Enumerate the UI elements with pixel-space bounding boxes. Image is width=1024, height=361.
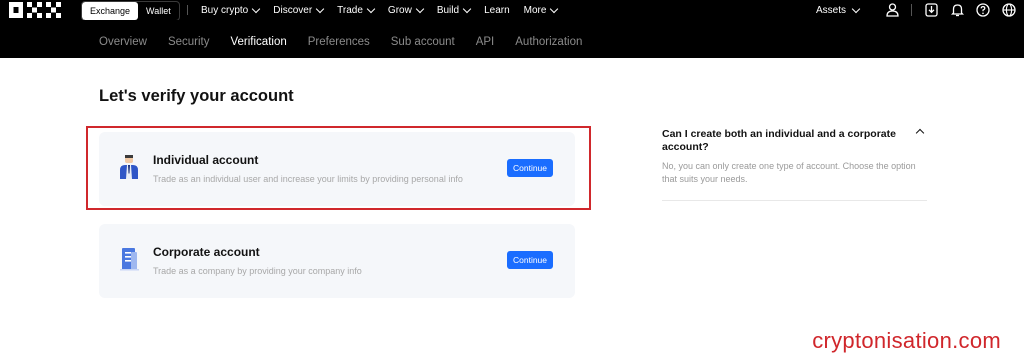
chevron-down-icon (462, 4, 472, 13)
highlight-box (86, 126, 591, 210)
menu-buy-crypto[interactable]: Buy crypto (201, 0, 261, 20)
user-icon[interactable] (885, 3, 899, 17)
corporate-account-description: Trade as a company by providing your com… (153, 266, 362, 276)
faq-item: Can I create both an individual and a co… (662, 128, 927, 201)
bell-icon[interactable] (950, 3, 964, 17)
faq-question[interactable]: Can I create both an individual and a co… (662, 128, 902, 154)
menu-build[interactable]: Build (437, 0, 472, 20)
top-navigation-bar: Exchange Wallet Buy crypto Discover Trad… (0, 0, 1024, 21)
globe-icon[interactable] (1002, 3, 1016, 17)
chevron-down-icon (415, 4, 425, 13)
download-icon[interactable] (924, 3, 938, 17)
chevron-up-icon[interactable] (915, 128, 925, 138)
menu-grow[interactable]: Grow (388, 0, 425, 20)
menu-more[interactable]: More (524, 0, 559, 20)
exchange-tab[interactable]: Exchange (82, 2, 139, 20)
menu-trade[interactable]: Trade (337, 0, 376, 20)
account-tabs: Overview Security Verification Preferenc… (99, 20, 603, 58)
tab-overview[interactable]: Overview (99, 20, 147, 58)
faq-answer: No, you can only create one type of acco… (662, 161, 916, 184)
tab-authorization[interactable]: Authorization (515, 20, 582, 58)
chevron-down-icon (550, 4, 559, 13)
chevron-down-icon (315, 4, 325, 13)
wallet-tab[interactable]: Wallet (138, 2, 179, 20)
tab-security[interactable]: Security (168, 20, 210, 58)
tab-api[interactable]: API (476, 20, 495, 58)
tool-divider (911, 4, 912, 16)
main-menu: Buy crypto Discover Trade Grow Build Lea… (201, 0, 571, 20)
corporate-building-icon (120, 248, 139, 271)
okx-logo[interactable] (9, 2, 63, 18)
page-title: Let's verify your account (99, 87, 294, 105)
tab-preferences[interactable]: Preferences (308, 20, 370, 58)
tab-verification[interactable]: Verification (230, 20, 286, 58)
exchange-wallet-switch: Exchange Wallet (81, 1, 180, 21)
chevron-down-icon (851, 4, 861, 13)
tab-sub-account[interactable]: Sub account (391, 20, 455, 58)
nav-divider (187, 5, 188, 15)
corporate-account-card[interactable]: Corporate account Trade as a company by … (99, 224, 575, 298)
corporate-account-title: Corporate account (153, 245, 260, 259)
account-subnav: Overview Security Verification Preferenc… (0, 20, 1024, 58)
help-icon[interactable] (976, 3, 990, 17)
chevron-down-icon (366, 4, 376, 13)
faq-divider (662, 200, 927, 201)
corporate-continue-button[interactable]: Continue (507, 251, 553, 269)
top-right-tools: Assets (816, 0, 1016, 20)
menu-learn[interactable]: Learn (484, 0, 510, 20)
chevron-down-icon (252, 4, 261, 13)
assets-menu[interactable]: Assets (816, 4, 861, 16)
watermark-text: cryptonisation.com (812, 328, 1001, 353)
menu-discover[interactable]: Discover (273, 0, 325, 20)
